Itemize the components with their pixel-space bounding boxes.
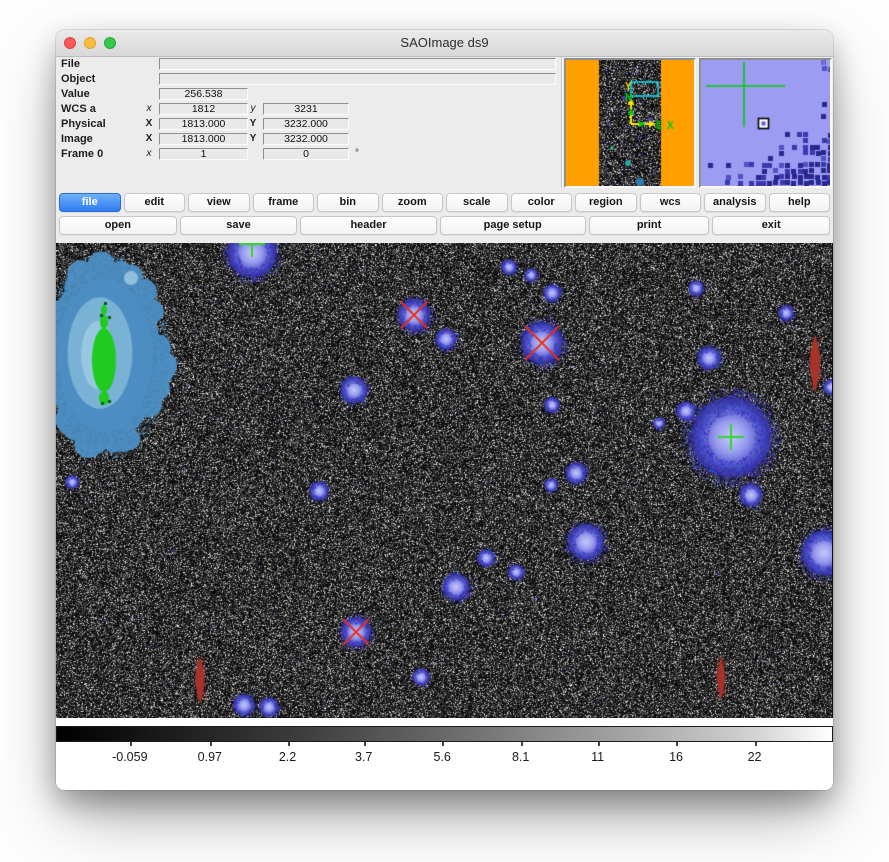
colorbar-tick (676, 742, 678, 746)
colorbar-tick-label: 3.7 (355, 750, 372, 764)
menu-frame[interactable]: frame (253, 193, 315, 212)
colorbar-tick-label: 8.1 (512, 750, 529, 764)
image-x-label: X (142, 133, 156, 145)
colorbar-tick-label: 5.6 (433, 750, 450, 764)
panner[interactable] (564, 58, 696, 188)
magnifier-canvas (701, 60, 830, 186)
physical-y-field[interactable]: 3232.000 (263, 118, 349, 130)
info-panel: File Object Value 256.538 WCS a x 1812 y… (56, 57, 833, 188)
menu-bar: file edit view frame bin zoom scale colo… (56, 188, 833, 243)
print-button[interactable]: print (589, 216, 710, 235)
colorbar-tick (364, 742, 366, 746)
frame-zoom-field[interactable]: 1 (159, 148, 248, 160)
frame-rotate-field[interactable]: 0 (263, 148, 349, 160)
image-y-field[interactable]: 3232.000 (263, 133, 349, 145)
window-title: SAOImage ds9 (56, 30, 833, 56)
object-field[interactable] (159, 73, 556, 85)
menu-wcs[interactable]: wcs (640, 193, 702, 212)
colorbar-tick-label: 16 (669, 750, 683, 764)
physical-label: Physical (61, 118, 106, 130)
save-button[interactable]: save (180, 216, 298, 235)
colorbar-tick (521, 742, 523, 746)
colorbar-tick (130, 742, 132, 746)
wcs-label: WCS a (61, 103, 96, 115)
colorbar-tick-label: 11 (591, 750, 604, 764)
physical-x-label: X (142, 118, 156, 130)
colorbar-tick (598, 742, 600, 746)
main-image-canvas[interactable] (56, 243, 832, 718)
wcs-y-label: y (246, 103, 260, 115)
menu-zoom[interactable]: zoom (382, 193, 444, 212)
panner-canvas[interactable] (566, 60, 694, 186)
image-label: Image (61, 133, 93, 145)
menu-scale[interactable]: scale (446, 193, 508, 212)
value-field[interactable]: 256.538 (159, 88, 248, 100)
menu-help[interactable]: help (769, 193, 831, 212)
image-y-label: Y (246, 133, 260, 145)
ds9-window: SAOImage ds9 File Object Value 256.538 W… (56, 30, 833, 790)
physical-y-label: Y (246, 118, 260, 130)
page-setup-button[interactable]: page setup (440, 216, 586, 235)
wcs-y-field[interactable]: 3231 (263, 103, 349, 115)
menu-bin[interactable]: bin (317, 193, 379, 212)
menu-file[interactable]: file (59, 193, 121, 212)
image-frame (56, 243, 833, 718)
menu-color[interactable]: color (511, 193, 573, 212)
colorbar-section: -0.059 0.97 2.2 3.7 5.6 8.1 11 16 22 (56, 718, 833, 790)
colorbar-tick (442, 742, 444, 746)
physical-x-field[interactable]: 1813.000 (159, 118, 248, 130)
wcs-x-field[interactable]: 1812 (159, 103, 248, 115)
menu-region[interactable]: region (575, 193, 637, 212)
menu-row-main: file edit view frame bin zoom scale colo… (59, 193, 830, 212)
colorbar-tick (755, 742, 757, 746)
titlebar[interactable]: SAOImage ds9 (56, 30, 833, 57)
menu-row-file-actions: open save header page setup print exit (59, 216, 830, 235)
open-button[interactable]: open (59, 216, 177, 235)
frame-label: Frame 0 (61, 148, 103, 160)
menu-view[interactable]: view (188, 193, 250, 212)
info-divider (561, 57, 562, 188)
menu-analysis[interactable]: analysis (704, 193, 766, 212)
colorbar-tick-label: -0.059 (112, 750, 147, 764)
colorbar-tick-label: 22 (748, 750, 762, 764)
colorbar-tick (288, 742, 290, 746)
colorbar-tick (210, 742, 212, 746)
exit-button[interactable]: exit (712, 216, 830, 235)
value-label: Value (61, 88, 90, 100)
degree-suffix: ° (355, 148, 359, 160)
header-button[interactable]: header (300, 216, 436, 235)
colorbar-tick-label: 0.97 (198, 750, 222, 764)
image-x-field[interactable]: 1813.000 (159, 133, 248, 145)
screen: { "window": { "title": "SAOImage ds9" },… (0, 0, 889, 862)
frame-zoom-label: x (142, 148, 156, 160)
colorbar-gradient (56, 726, 833, 742)
file-field[interactable] (159, 58, 556, 70)
wcs-x-label: x (142, 103, 156, 115)
colorbar-tick-label: 2.2 (279, 750, 296, 764)
magnifier (699, 58, 832, 188)
file-label: File (61, 58, 80, 70)
menu-edit[interactable]: edit (124, 193, 186, 212)
object-label: Object (61, 73, 95, 85)
